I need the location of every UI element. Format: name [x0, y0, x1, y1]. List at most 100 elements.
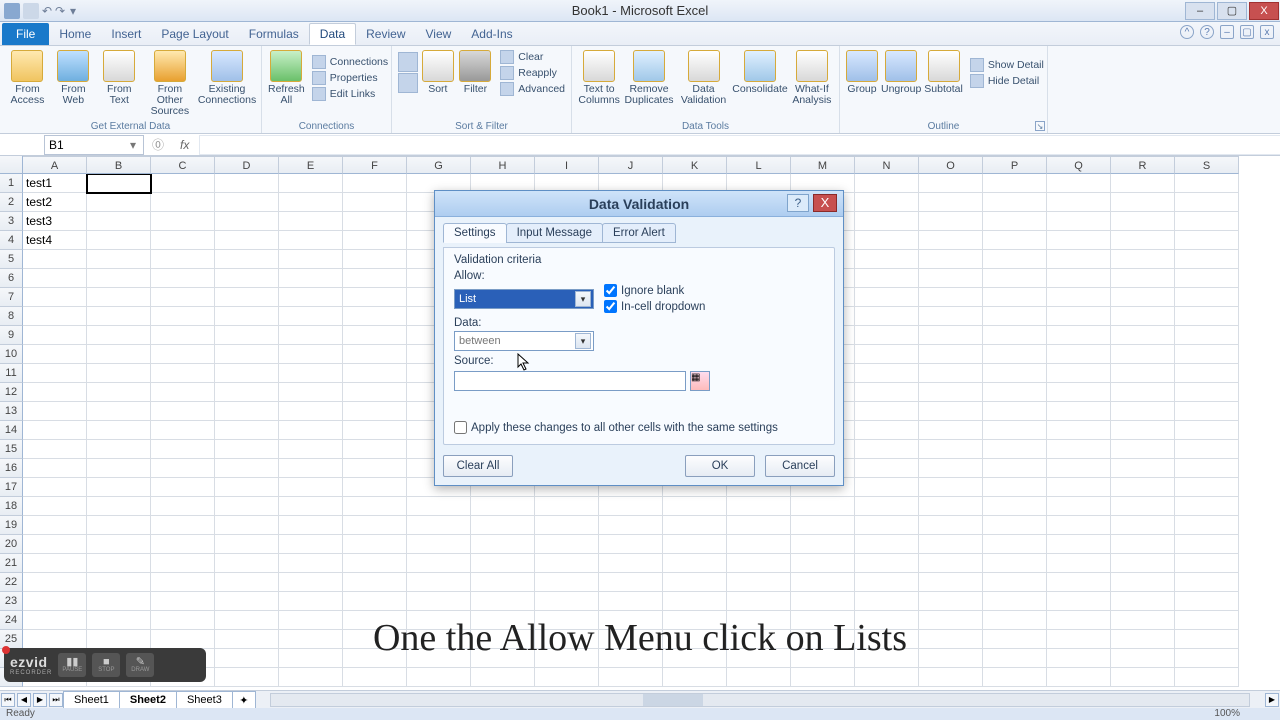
cell-Q9[interactable] [1047, 326, 1111, 345]
cell-S14[interactable] [1175, 421, 1239, 440]
cell-R13[interactable] [1111, 402, 1175, 421]
cell-A17[interactable] [23, 478, 87, 497]
cell-Q5[interactable] [1047, 250, 1111, 269]
cell-D9[interactable] [215, 326, 279, 345]
cell-S13[interactable] [1175, 402, 1239, 421]
draw-button[interactable]: ✎DRAW [126, 653, 154, 677]
row-header-16[interactable]: 16 [0, 459, 23, 478]
cell-R14[interactable] [1111, 421, 1175, 440]
cell-K18[interactable] [663, 497, 727, 516]
cell-F22[interactable] [343, 573, 407, 592]
cell-L22[interactable] [727, 573, 791, 592]
column-header-F[interactable]: F [343, 157, 407, 174]
cell-B14[interactable] [87, 421, 151, 440]
cell-G19[interactable] [407, 516, 471, 535]
cell-D10[interactable] [215, 345, 279, 364]
cell-H21[interactable] [471, 554, 535, 573]
cell-E2[interactable] [279, 193, 343, 212]
cell-P18[interactable] [983, 497, 1047, 516]
help-icon[interactable]: ? [1200, 25, 1214, 39]
cell-A6[interactable] [23, 269, 87, 288]
cell-N19[interactable] [855, 516, 919, 535]
cell-Q17[interactable] [1047, 478, 1111, 497]
column-header-O[interactable]: O [919, 157, 983, 174]
in-cell-dropdown-checkbox[interactable]: In-cell dropdown [604, 300, 705, 313]
column-header-G[interactable]: G [407, 157, 471, 174]
tab-view[interactable]: View [416, 23, 462, 45]
cell-Q6[interactable] [1047, 269, 1111, 288]
cell-O16[interactable] [919, 459, 983, 478]
undo-icon[interactable]: ↶ [42, 4, 52, 18]
file-tab[interactable]: File [2, 23, 49, 45]
row-header-8[interactable]: 8 [0, 307, 23, 326]
cell-S8[interactable] [1175, 307, 1239, 326]
cell-F4[interactable] [343, 231, 407, 250]
cell-R6[interactable] [1111, 269, 1175, 288]
cell-A20[interactable] [23, 535, 87, 554]
cell-I27[interactable] [535, 668, 599, 687]
redo-icon[interactable]: ↷ [55, 4, 65, 18]
cell-H18[interactable] [471, 497, 535, 516]
column-header-I[interactable]: I [535, 157, 599, 174]
row-header-1[interactable]: 1 [0, 174, 23, 193]
from-access-button[interactable]: FromAccess [6, 48, 49, 119]
cell-R21[interactable] [1111, 554, 1175, 573]
row-header-13[interactable]: 13 [0, 402, 23, 421]
tab-pagelayout[interactable]: Page Layout [151, 23, 238, 45]
cell-B12[interactable] [87, 383, 151, 402]
cell-B21[interactable] [87, 554, 151, 573]
cell-P19[interactable] [983, 516, 1047, 535]
cell-A23[interactable] [23, 592, 87, 611]
cell-A12[interactable] [23, 383, 87, 402]
cell-A2[interactable]: test2 [23, 193, 87, 212]
cell-N6[interactable] [855, 269, 919, 288]
cell-D16[interactable] [215, 459, 279, 478]
cell-R10[interactable] [1111, 345, 1175, 364]
cell-A8[interactable] [23, 307, 87, 326]
cell-A4[interactable]: test4 [23, 231, 87, 250]
cell-N7[interactable] [855, 288, 919, 307]
cell-S16[interactable] [1175, 459, 1239, 478]
sort-button[interactable]: Sort [421, 48, 455, 97]
cell-D23[interactable] [215, 592, 279, 611]
cell-Q22[interactable] [1047, 573, 1111, 592]
cell-E7[interactable] [279, 288, 343, 307]
cell-F13[interactable] [343, 402, 407, 421]
cell-A13[interactable] [23, 402, 87, 421]
cell-P4[interactable] [983, 231, 1047, 250]
subtotal-button[interactable]: Subtotal [924, 48, 963, 97]
cell-K19[interactable] [663, 516, 727, 535]
cell-J20[interactable] [599, 535, 663, 554]
cell-O7[interactable] [919, 288, 983, 307]
cell-N13[interactable] [855, 402, 919, 421]
minimize-ribbon-icon[interactable]: ^ [1180, 25, 1194, 39]
cell-G23[interactable] [407, 592, 471, 611]
cell-O19[interactable] [919, 516, 983, 535]
cell-P17[interactable] [983, 478, 1047, 497]
cell-O8[interactable] [919, 307, 983, 326]
cell-C9[interactable] [151, 326, 215, 345]
ignore-blank-checkbox[interactable]: Ignore blank [604, 284, 705, 297]
cell-E14[interactable] [279, 421, 343, 440]
column-header-J[interactable]: J [599, 157, 663, 174]
name-box[interactable]: B1 ▾ [44, 135, 144, 155]
cell-K21[interactable] [663, 554, 727, 573]
cell-G22[interactable] [407, 573, 471, 592]
row-header-18[interactable]: 18 [0, 497, 23, 516]
cell-C5[interactable] [151, 250, 215, 269]
cell-P7[interactable] [983, 288, 1047, 307]
maximize-button[interactable]: ▢ [1217, 2, 1247, 20]
cell-D21[interactable] [215, 554, 279, 573]
cell-B3[interactable] [87, 212, 151, 231]
cell-O15[interactable] [919, 440, 983, 459]
dialog-tab-input-message[interactable]: Input Message [506, 223, 603, 243]
cell-D18[interactable] [215, 497, 279, 516]
cell-D19[interactable] [215, 516, 279, 535]
cell-S17[interactable] [1175, 478, 1239, 497]
cell-R17[interactable] [1111, 478, 1175, 497]
cell-J21[interactable] [599, 554, 663, 573]
cell-B8[interactable] [87, 307, 151, 326]
cell-D20[interactable] [215, 535, 279, 554]
cell-C20[interactable] [151, 535, 215, 554]
cell-F19[interactable] [343, 516, 407, 535]
